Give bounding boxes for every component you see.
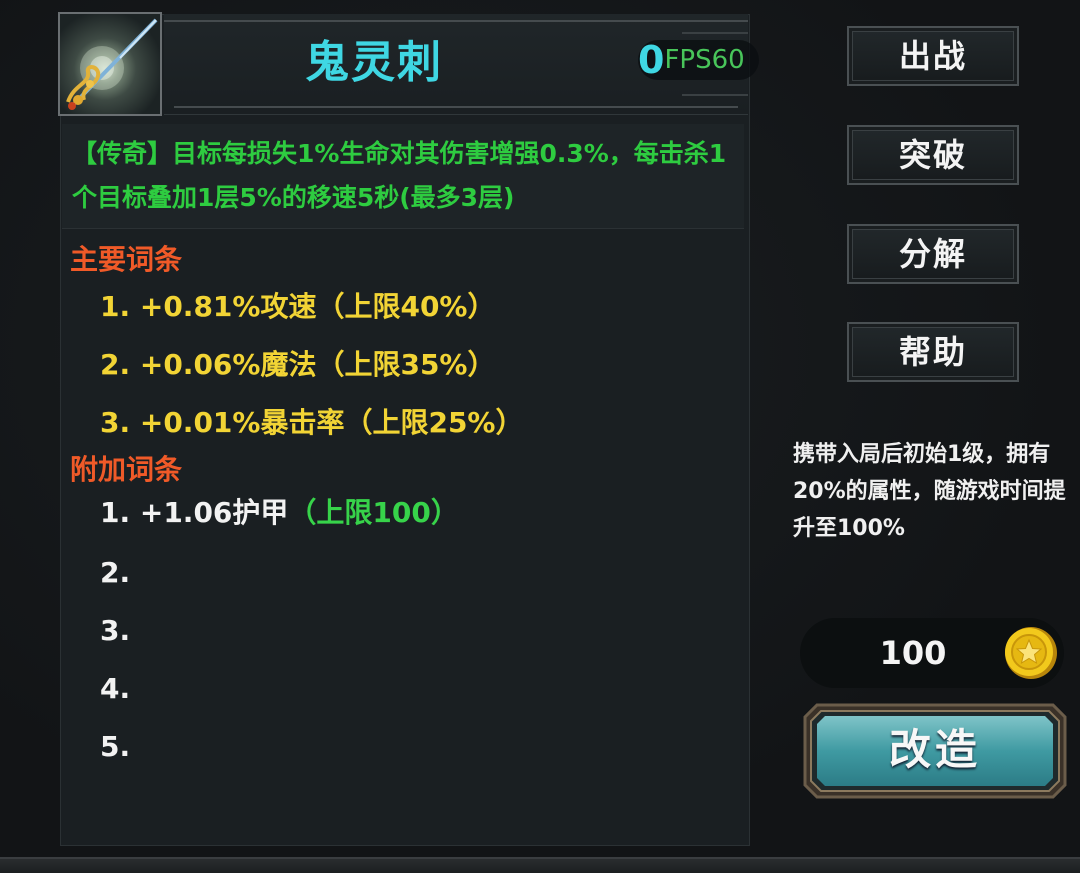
item-name: 鬼灵刺	[305, 37, 443, 88]
main-affix-2: 2. +0.06%魔法（上限35%）	[100, 348, 496, 381]
spear-weapon-graphic	[66, 18, 158, 110]
main-affix-3: 3. +0.01%暴击率（上限25%）	[100, 406, 524, 439]
extra-affix-1-text: 1. +1.06护甲	[100, 496, 289, 529]
header-deco-line	[682, 94, 748, 96]
spear-weapon-icon[interactable]	[58, 12, 162, 116]
extra-affix-4: 4.	[100, 672, 131, 705]
cost-value: 100	[879, 634, 947, 672]
gold-coin-icon	[1005, 627, 1057, 679]
extra-affix-1-limit: （上限100）	[288, 496, 459, 529]
remake-button[interactable]	[803, 703, 1067, 799]
weapon-detail-screen: 鬼灵刺 0 FPS60 【传奇】目标每损失1%生命对其伤害增强0.3%，每击杀1…	[0, 0, 1080, 873]
deploy-button[interactable]: 出战	[847, 26, 1019, 86]
fps-value: 0	[638, 38, 665, 82]
main-affix-title: 主要词条	[70, 243, 183, 276]
fps-label: FPS60	[664, 45, 745, 75]
header-deco-line	[174, 106, 738, 108]
extra-affix-1: 1. +1.06护甲（上限100）	[100, 493, 459, 533]
extra-affix-2: 2.	[100, 556, 131, 589]
main-affix-1: 1. +0.81%攻速（上限40%）	[100, 290, 496, 323]
header-deco-line	[682, 32, 748, 34]
item-description: 【传奇】目标每损失1%生命对其伤害增强0.3%，每击杀1个目标叠加1层5%的移速…	[72, 139, 727, 212]
bottom-frame	[0, 857, 1080, 873]
breakthrough-button[interactable]: 突破	[847, 125, 1019, 185]
help-button[interactable]: 帮助	[847, 322, 1019, 382]
fps-counter: 0 FPS60	[638, 40, 759, 80]
decompose-button[interactable]: 分解	[847, 224, 1019, 284]
extra-affix-title: 附加词条	[70, 453, 183, 486]
carry-note: 携带入局后初始1级，拥有20%的属性，随游戏时间提升至100%	[793, 442, 1066, 541]
extra-affix-5: 5.	[100, 730, 131, 763]
extra-affix-3: 3.	[100, 614, 131, 647]
header-deco-line	[164, 20, 748, 22]
